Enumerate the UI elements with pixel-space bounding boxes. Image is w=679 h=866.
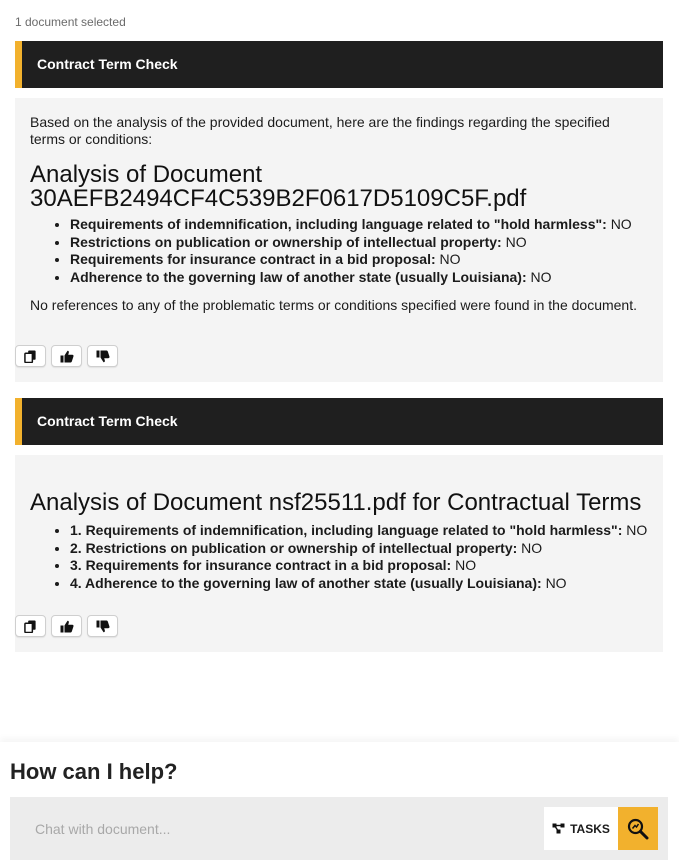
help-title: How can I help?	[10, 759, 178, 784]
doc-title: Analysis of Document 30AEFB2494CF4C539B2…	[30, 161, 527, 212]
intro-text: Based on the analysis of the provided do…	[30, 114, 610, 147]
thumbs-down-icon	[96, 350, 110, 362]
result-header: Contract Term Check	[15, 41, 663, 88]
finding-item: Requirements for insurance contract in a…	[70, 251, 648, 269]
finding-item: 3. Requirements for insurance contract i…	[70, 557, 648, 575]
copy-button[interactable]	[15, 345, 46, 367]
finding-value: NO	[505, 233, 527, 250]
finding-value: NO	[626, 522, 648, 538]
feedback-buttons	[15, 615, 118, 637]
finding-item: 1. Requirements of indemnification, incl…	[70, 522, 648, 540]
finding-value: NO	[610, 216, 632, 232]
findings-list: Requirements of indemnification, includi…	[30, 216, 648, 287]
search-button[interactable]	[618, 807, 658, 850]
findings-list: 1. Requirements of indemnification, incl…	[30, 522, 648, 593]
thumbs-down-button[interactable]	[87, 345, 118, 367]
thumbs-up-button[interactable]	[51, 615, 82, 637]
doc-title: Analysis of Document nsf25511.pdf for Co…	[30, 489, 642, 516]
help-panel: How can I help? TASKS	[0, 742, 679, 866]
copy-icon	[24, 619, 36, 633]
result-body: Based on the analysis of the provided do…	[15, 98, 663, 382]
thumbs-down-button[interactable]	[87, 615, 118, 637]
finding-term: 4. Adherence to the governing law of ano…	[70, 575, 542, 592]
finding-term: 2. Restrictions on publication or owners…	[70, 539, 518, 556]
summary-text: No references to any of the problematic …	[30, 296, 637, 313]
copy-button[interactable]	[15, 615, 46, 637]
finding-item: 4. Adherence to the governing law of ano…	[70, 575, 648, 593]
chat-box: TASKS	[10, 797, 668, 860]
finding-item: 2. Restrictions on publication or owners…	[70, 540, 648, 558]
finding-value: NO	[530, 269, 552, 286]
tasks-label: TASKS	[570, 821, 610, 836]
finding-term: Adherence to the governing law of anothe…	[70, 269, 527, 286]
tasks-button[interactable]: TASKS	[544, 807, 618, 850]
result-header: Contract Term Check	[15, 398, 663, 445]
finding-item: Requirements of indemnification, includi…	[70, 216, 648, 234]
selection-count: 1 document selected	[15, 15, 126, 29]
chat-input[interactable]	[10, 797, 530, 860]
thumbs-up-icon	[60, 350, 74, 362]
thumbs-up-icon	[60, 620, 74, 632]
finding-term: 3. Requirements for insurance contract i…	[70, 557, 452, 574]
finding-value: NO	[439, 251, 461, 268]
feedback-buttons	[15, 345, 118, 367]
finding-term: 1. Requirements of indemnification, incl…	[70, 522, 623, 538]
finding-value: NO	[545, 575, 567, 592]
finding-value: NO	[521, 539, 543, 556]
finding-item: Restrictions on publication or ownership…	[70, 234, 648, 252]
finding-term: Requirements of indemnification, includi…	[70, 216, 607, 232]
finding-term: Requirements for insurance contract in a…	[70, 251, 436, 268]
finding-item: Adherence to the governing law of anothe…	[70, 269, 648, 287]
finding-term: Restrictions on publication or ownership…	[70, 233, 502, 250]
thumbs-down-icon	[96, 620, 110, 632]
tasks-icon	[552, 823, 565, 834]
search-document-icon	[627, 818, 649, 839]
finding-value: NO	[455, 557, 477, 574]
thumbs-up-button[interactable]	[51, 345, 82, 367]
copy-icon	[24, 349, 36, 363]
